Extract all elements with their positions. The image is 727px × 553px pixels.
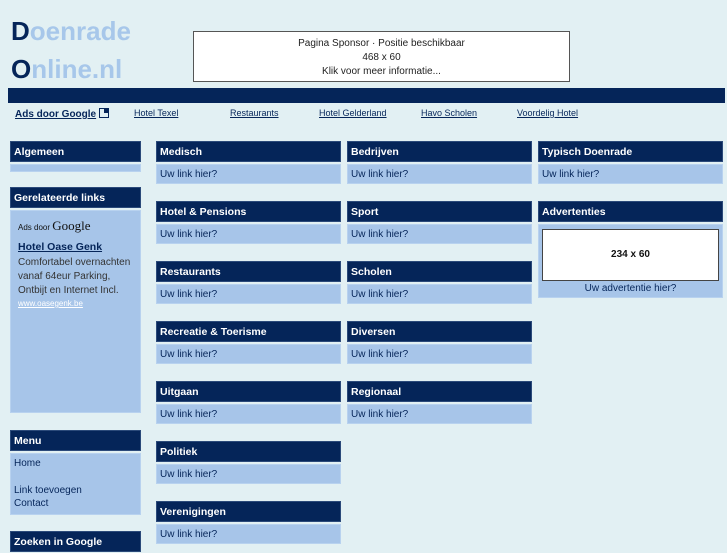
category-box: Politiek Uw link hier? — [156, 441, 341, 484]
category-link[interactable]: Uw link hier? — [347, 164, 532, 184]
category-title: Sport — [347, 201, 532, 222]
algemeen-body — [10, 164, 141, 172]
category-title: Bedrijven — [347, 141, 532, 162]
advertenties-box: Advertenties 234 x 60 Uw advertentie hie… — [538, 201, 723, 298]
category-title: Medisch — [156, 141, 341, 162]
menu-item-link-toevoegen[interactable]: Link toevoegen — [14, 484, 137, 498]
category-box: Restaurants Uw link hier? — [156, 261, 341, 304]
category-link[interactable]: Uw link hier? — [156, 404, 341, 424]
category-title: Hotel & Pensions — [156, 201, 341, 222]
site-logo[interactable]: Doenrade Online.nl — [11, 12, 131, 88]
category-link[interactable]: Uw link hier? — [347, 404, 532, 424]
category-link[interactable]: Uw link hier? — [156, 284, 341, 304]
ad-link-restaurants[interactable]: Restaurants — [230, 108, 279, 118]
menu-item-contact[interactable]: Contact — [14, 497, 137, 511]
category-title: Uitgaan — [156, 381, 341, 402]
ad-link-voordelig-hotel[interactable]: Voordelig Hotel — [517, 108, 578, 118]
logo-text-1: oenrade — [29, 16, 131, 46]
category-title: Verenigingen — [156, 501, 341, 522]
google-search-box: Zoeken in Google — [10, 531, 141, 552]
category-link[interactable]: Uw link hier? — [156, 464, 341, 484]
ads-by-google-label[interactable]: Ads door Google — [18, 218, 133, 234]
menu-title: Menu — [10, 430, 141, 451]
google-logo: Google — [52, 218, 91, 233]
sponsor-size: 468 x 60 — [362, 52, 401, 63]
advertenties-title: Advertenties — [538, 201, 723, 222]
ad-url-link[interactable]: www.oasegenk.be — [18, 299, 133, 308]
category-title: Diversen — [347, 321, 532, 342]
algemeen-title: Algemeen — [10, 141, 141, 162]
ad-link-hotel-gelderland[interactable]: Hotel Gelderland — [319, 108, 387, 118]
category-link[interactable]: Uw link hier? — [156, 524, 341, 544]
ad-link-bar: Ads door Google Hotel Texel Restaurants … — [0, 107, 727, 121]
logo-cap-d: D — [11, 16, 30, 46]
category-link[interactable]: Uw link hier? — [156, 344, 341, 364]
category-box: Recreatie & Toerisme Uw link hier? — [156, 321, 341, 364]
menu-item-home[interactable]: Home — [14, 457, 137, 471]
category-box: Bedrijven Uw link hier? — [347, 141, 532, 184]
category-title: Politiek — [156, 441, 341, 462]
category-box: Hotel & Pensions Uw link hier? — [156, 201, 341, 244]
sponsor-line-1: Pagina Sponsor · Positie beschikbaar — [298, 38, 465, 49]
ad-link-hotel-texel[interactable]: Hotel Texel — [134, 108, 178, 118]
category-title: Regionaal — [347, 381, 532, 402]
advertenties-body: 234 x 60 Uw advertentie hier? — [538, 224, 723, 298]
category-link[interactable]: Uw link hier? — [156, 224, 341, 244]
ads-prefix: Ads door — [18, 223, 51, 232]
category-title: Restaurants — [156, 261, 341, 282]
category-box: Diversen Uw link hier? — [347, 321, 532, 364]
category-link[interactable]: Uw link hier? — [347, 224, 532, 244]
external-link-icon — [99, 108, 110, 118]
related-links-body: Ads door Google Hotel Oase Genk Comforta… — [10, 210, 141, 413]
algemeen-box: Algemeen — [10, 141, 141, 172]
category-link[interactable]: Uw link hier? — [347, 344, 532, 364]
ads-by-google-link[interactable]: Ads door Google — [15, 107, 110, 120]
category-link[interactable]: Uw link hier? — [347, 284, 532, 304]
related-links-box: Gerelateerde links Ads door Google Hotel… — [10, 187, 141, 413]
ad-title-link[interactable]: Hotel Oase Genk — [18, 241, 133, 253]
category-box: Sport Uw link hier? — [347, 201, 532, 244]
category-box: Regionaal Uw link hier? — [347, 381, 532, 424]
category-box: Verenigingen Uw link hier? — [156, 501, 341, 544]
menu-body: Home Link toevoegen Contact — [10, 453, 141, 515]
category-link[interactable]: Uw link hier? — [156, 164, 341, 184]
category-link[interactable]: Uw link hier? — [538, 164, 723, 184]
logo-text-2: nline.nl — [31, 54, 123, 84]
category-title: Typisch Doenrade — [538, 141, 723, 162]
ad-placeholder-234x60[interactable]: 234 x 60 — [542, 229, 719, 281]
category-box: Scholen Uw link hier? — [347, 261, 532, 304]
category-box: Medisch Uw link hier? — [156, 141, 341, 184]
logo-cap-o: O — [11, 54, 32, 84]
sponsor-cta: Klik voor meer informatie... — [322, 66, 441, 77]
category-title: Recreatie & Toerisme — [156, 321, 341, 342]
category-box: Uitgaan Uw link hier? — [156, 381, 341, 424]
nav-bar — [8, 88, 725, 103]
menu-box: Menu Home Link toevoegen Contact — [10, 430, 141, 515]
related-links-title: Gerelateerde links — [10, 187, 141, 208]
ads-label: Ads door Google — [15, 109, 97, 120]
ad-cta-link[interactable]: Uw advertentie hier? — [539, 283, 722, 294]
google-search-title: Zoeken in Google — [10, 531, 141, 552]
ad-description: Comfortabel overnachten vanaf 64eur Park… — [18, 257, 131, 296]
ad-link-havo-scholen[interactable]: Havo Scholen — [421, 108, 477, 118]
category-title: Scholen — [347, 261, 532, 282]
category-typisch-doenrade: Typisch Doenrade Uw link hier? — [538, 141, 723, 184]
sponsor-banner[interactable]: Pagina Sponsor · Positie beschikbaar 468… — [193, 31, 570, 82]
